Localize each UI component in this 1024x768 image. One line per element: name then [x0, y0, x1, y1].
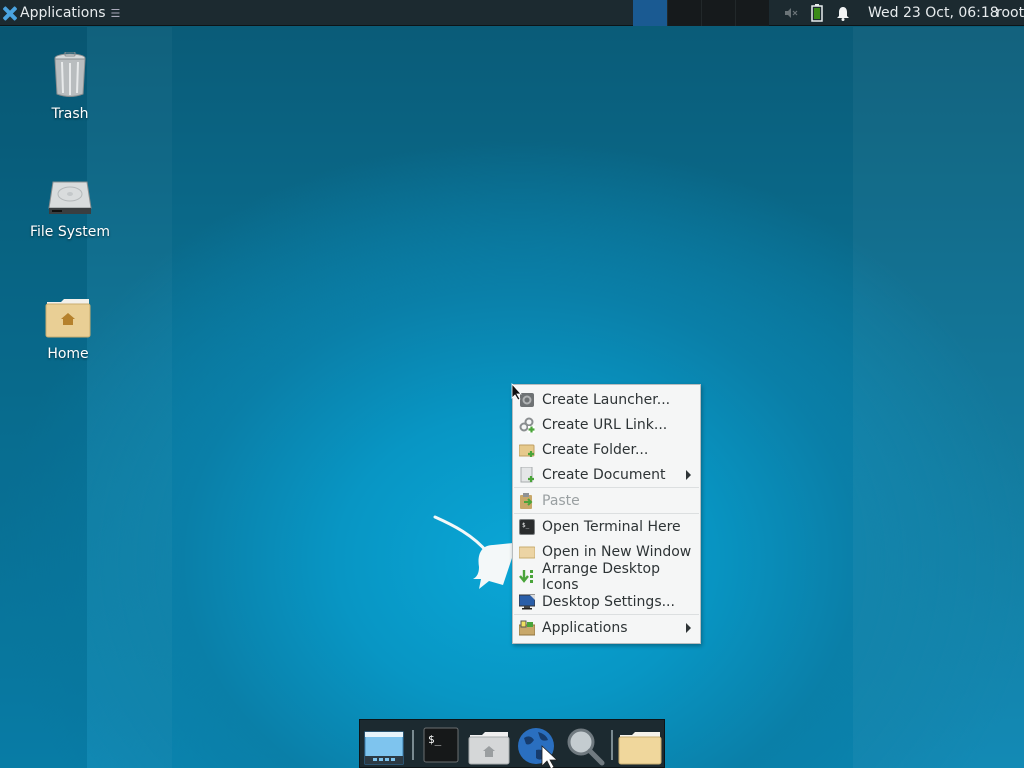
notification-bell-icon[interactable]	[834, 4, 852, 22]
xfce-logo-icon	[2, 6, 17, 21]
dock-separator	[412, 730, 414, 760]
desktop-icon-label: File System	[29, 224, 111, 240]
desktop-icon-home[interactable]: Home	[13, 298, 123, 362]
dock-folder[interactable]	[618, 726, 662, 766]
terminal-icon: $_	[519, 518, 535, 535]
terminal-icon: $_	[423, 727, 459, 763]
desktop-context-menu: Create Launcher... Create URL Link... Cr…	[512, 384, 701, 644]
menu-item-label: Paste	[542, 492, 580, 509]
menu-item-label: Create Document	[542, 466, 666, 483]
menu-item-label: Desktop Settings...	[542, 593, 675, 610]
submenu-arrow-icon	[686, 623, 691, 633]
desktop-band	[87, 27, 172, 768]
dock-terminal[interactable]: $_	[422, 726, 462, 766]
menu-item-create-launcher[interactable]: Create Launcher...	[513, 387, 700, 412]
menu-item-create-document[interactable]: Create Document	[513, 462, 700, 487]
dock-separator	[611, 730, 613, 760]
applications-menu-button[interactable]: Applications ☰	[2, 0, 120, 26]
submenu-arrow-icon	[686, 470, 691, 480]
mouse-cursor-icon	[511, 383, 522, 401]
menu-item-label: Open Terminal Here	[542, 518, 681, 535]
menu-item-create-folder[interactable]: Create Folder...	[513, 437, 700, 462]
menu-item-create-url-link[interactable]: Create URL Link...	[513, 412, 700, 437]
dock-show-desktop[interactable]	[364, 726, 404, 766]
workspace-3[interactable]	[701, 0, 735, 26]
applications-icon	[518, 620, 536, 636]
workspace-switcher	[633, 0, 769, 26]
svg-text:$_: $_	[522, 522, 530, 529]
folder-icon	[618, 732, 662, 765]
battery-icon[interactable]	[808, 4, 826, 22]
monitor-icon	[518, 594, 536, 610]
home-folder-icon	[468, 732, 510, 765]
workspace-4[interactable]	[735, 0, 769, 26]
menu-item-applications[interactable]: Applications	[513, 615, 700, 640]
show-desktop-icon	[364, 731, 404, 765]
desktop-icon-trash[interactable]: Trash	[15, 51, 125, 122]
desktop-icon-label: Trash	[51, 106, 89, 122]
clock[interactable]: Wed 23 Oct, 06:18	[868, 0, 999, 26]
menu-item-open-terminal-here[interactable]: $_ Open Terminal Here	[513, 514, 700, 539]
svg-text:$_: $_	[428, 733, 442, 746]
dock-web-browser[interactable]	[516, 726, 559, 768]
trash-icon	[54, 51, 86, 97]
menu-item-paste[interactable]: Paste	[513, 488, 700, 513]
dock-app-finder[interactable]	[564, 726, 605, 766]
menu-item-label: Open in New Window	[542, 543, 692, 560]
desktop-icon-label: Home	[47, 346, 89, 362]
bottom-dock: $_	[359, 719, 665, 768]
menu-item-arrange-desktop-icons[interactable]: Arrange Desktop Icons	[513, 561, 700, 593]
hard-drive-icon	[48, 181, 92, 214]
desktop-band	[853, 27, 1024, 768]
globe-icon	[518, 728, 559, 768]
new-folder-icon	[518, 442, 535, 458]
menu-item-label: Arrange Desktop Icons	[542, 560, 660, 593]
desktop-icon-file-system[interactable]: File System	[15, 180, 125, 240]
system-tray	[782, 0, 860, 26]
menu-item-label: Applications	[542, 619, 628, 636]
menu-item-label: Create URL Link...	[542, 416, 668, 433]
dock-file-manager[interactable]	[468, 726, 510, 766]
menu-item-label: Create Launcher...	[542, 391, 671, 408]
folder-icon	[518, 544, 536, 560]
xfce-mouse-logo	[433, 515, 513, 589]
menu-item-label: Create Folder...	[542, 441, 649, 458]
desktop-band	[0, 27, 87, 768]
paste-icon	[519, 492, 535, 509]
workspace-2[interactable]	[667, 0, 701, 26]
menu-handle-icon: ☰	[110, 6, 121, 20]
top-panel: Applications ☰ Wed 23 Oct, 06:18 root	[0, 0, 1024, 26]
arrange-icon	[519, 569, 535, 585]
magnifier-icon	[567, 728, 605, 766]
new-document-icon	[519, 466, 535, 483]
home-folder-icon	[45, 299, 91, 338]
volume-muted-icon[interactable]	[782, 4, 800, 22]
applications-menu-label: Applications	[20, 5, 106, 21]
url-link-icon	[519, 417, 535, 433]
menu-item-desktop-settings[interactable]: Desktop Settings...	[513, 589, 700, 614]
user-menu[interactable]: root	[996, 0, 1024, 26]
workspace-1[interactable]	[633, 0, 667, 26]
